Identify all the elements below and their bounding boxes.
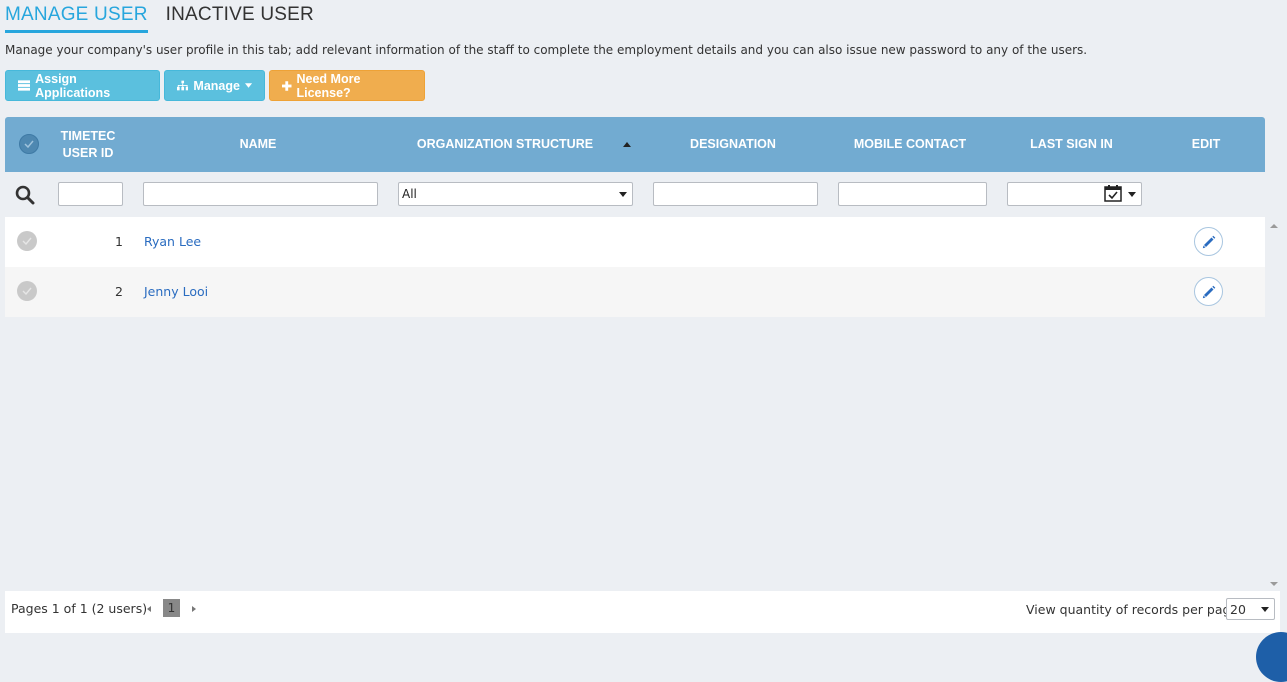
user-grid: TIMETEC USER ID NAME ORGANIZATION STRUCT…	[5, 117, 1265, 317]
records-per-page-label: View quantity of records per page	[1026, 602, 1239, 617]
column-header-mobile-contact[interactable]: MOBILE CONTACT	[835, 117, 985, 172]
column-header-last-sign-in[interactable]: LAST SIGN IN	[1005, 117, 1138, 172]
manage-dropdown-button[interactable]: Manage	[164, 70, 265, 101]
assign-applications-button[interactable]: Assign Applications	[5, 70, 160, 101]
pencil-icon	[1202, 285, 1215, 298]
chevron-down-icon	[1261, 607, 1269, 612]
need-more-license-button[interactable]: Need More License?	[269, 70, 425, 101]
row-checkbox[interactable]	[17, 281, 37, 301]
check-icon	[22, 237, 32, 245]
column-header-org-structure[interactable]: ORGANIZATION STRUCTURE	[400, 117, 610, 172]
tab-manage-user[interactable]: MANAGE USER	[5, 4, 148, 33]
grid-scrollbar[interactable]	[1267, 218, 1281, 590]
table-row[interactable]: 1 Ryan Lee	[5, 217, 1265, 267]
plus-icon	[282, 80, 292, 91]
page-description: Manage your company's user profile in th…	[5, 43, 1088, 57]
user-name-link[interactable]: Ryan Lee	[144, 234, 201, 249]
records-per-page-value: 20	[1230, 601, 1246, 617]
pagination-bar: Pages 1 of 1 (2 users) 1 View quantity o…	[5, 591, 1280, 633]
manage-label: Manage	[193, 78, 240, 93]
column-header-edit: EDIT	[1191, 137, 1221, 151]
next-page-icon[interactable]	[192, 606, 196, 612]
edit-user-button[interactable]	[1194, 227, 1223, 256]
table-row[interactable]: 2 Jenny Looi	[5, 267, 1265, 317]
list-icon	[18, 80, 31, 91]
page-number-button[interactable]: 1	[163, 599, 180, 617]
check-icon	[24, 140, 34, 148]
calendar-check-icon	[1104, 185, 1122, 202]
scroll-down-arrow-icon[interactable]	[1270, 582, 1278, 586]
previous-page-icon[interactable]	[147, 606, 151, 612]
column-header-designation[interactable]: DESIGNATION	[653, 117, 813, 172]
edit-user-button[interactable]	[1194, 277, 1223, 306]
check-icon	[22, 287, 32, 295]
user-name-link[interactable]: Jenny Looi	[144, 284, 208, 299]
scroll-up-arrow-icon[interactable]	[1270, 224, 1278, 228]
user-id-cell: 1	[115, 234, 123, 249]
grid-header: TIMETEC USER ID NAME ORGANIZATION STRUCT…	[5, 117, 1265, 172]
designation-filter-input[interactable]	[653, 182, 818, 206]
column-header-user-id[interactable]: TIMETEC USER ID	[58, 117, 118, 172]
caret-down-icon	[244, 83, 252, 88]
sort-ascending-icon	[623, 142, 631, 147]
chevron-down-icon	[1128, 192, 1136, 197]
pencil-icon	[1202, 235, 1215, 248]
user-id-cell: 2	[115, 284, 123, 299]
chevron-down-icon	[619, 192, 627, 197]
chat-widget-button[interactable]	[1256, 632, 1287, 682]
select-all-checkbox[interactable]	[19, 134, 39, 154]
records-per-page-select[interactable]: 20	[1226, 598, 1275, 620]
tab-bar: MANAGE USER INACTIVE USER	[5, 4, 314, 34]
user-id-filter-input[interactable]	[58, 182, 123, 206]
search-icon	[15, 185, 35, 205]
last-sign-in-filter-select[interactable]	[1007, 182, 1142, 206]
name-filter-input[interactable]	[143, 182, 378, 206]
filter-row: All	[5, 172, 1265, 217]
org-structure-selected-value: All	[402, 187, 417, 201]
row-checkbox[interactable]	[17, 231, 37, 251]
org-structure-filter-select[interactable]: All	[398, 182, 633, 206]
sitemap-icon	[177, 80, 189, 91]
pagination-info: Pages 1 of 1 (2 users)	[11, 601, 148, 616]
need-more-license-label: Need More License?	[296, 71, 361, 100]
column-header-name[interactable]: NAME	[143, 117, 373, 172]
assign-applications-label: Assign Applications	[35, 71, 111, 100]
tab-inactive-user[interactable]: INACTIVE USER	[166, 4, 314, 30]
toolbar: Assign Applications Manage Need More Lic…	[5, 70, 425, 101]
mobile-contact-filter-input[interactable]	[838, 182, 987, 206]
